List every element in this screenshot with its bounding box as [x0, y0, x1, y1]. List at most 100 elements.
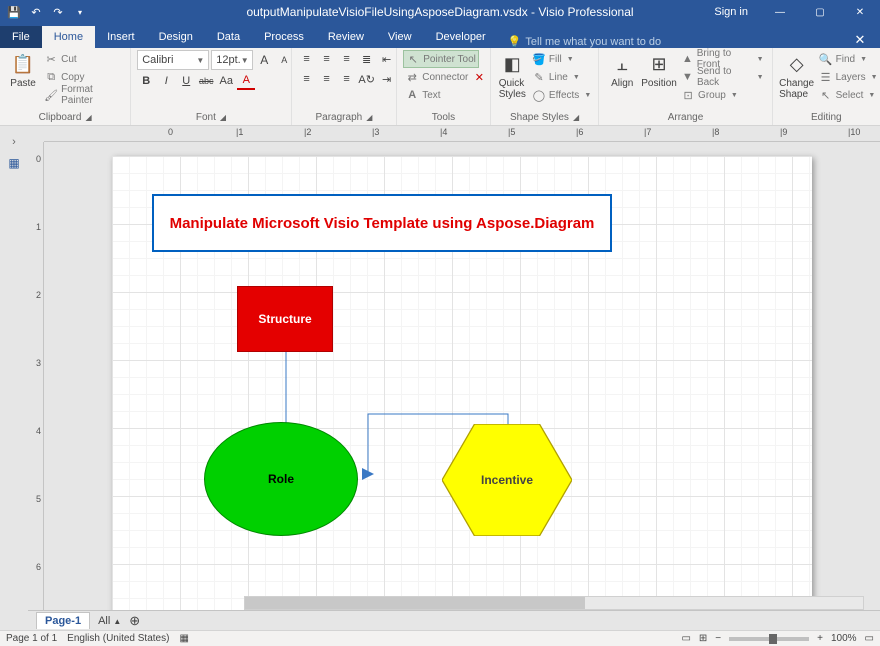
- close-window-button[interactable]: ✕: [840, 0, 880, 24]
- minimize-button[interactable]: —: [760, 0, 800, 24]
- align-left-icon[interactable]: ≡: [298, 70, 316, 88]
- tab-process[interactable]: Process: [252, 26, 316, 48]
- underline-button[interactable]: U: [177, 72, 195, 90]
- align-middle-icon[interactable]: ≡: [318, 50, 336, 68]
- send-back-label: Send to Back: [697, 66, 752, 88]
- group-icon: ⊡: [681, 88, 695, 102]
- ruler-v-tick: 0: [36, 154, 41, 164]
- language-status[interactable]: English (United States): [67, 633, 169, 644]
- group-paragraph: ≡ ≡ ≡ ≣ ⇤ ≡ ≡ ≡ A↻ ⇥ Paragraph◢: [292, 48, 398, 125]
- align-center-icon[interactable]: ≡: [318, 70, 336, 88]
- page-width-icon[interactable]: ⊞: [699, 633, 707, 644]
- paste-button[interactable]: 📋 Paste: [6, 50, 40, 91]
- font-size-combo[interactable]: 12pt.▼: [211, 50, 253, 70]
- strike-button[interactable]: abc: [197, 72, 215, 90]
- paragraph-dialog-icon[interactable]: ◢: [366, 113, 372, 122]
- format-painter-button[interactable]: 🖌Format Painter: [42, 86, 124, 104]
- clipboard-dialog-icon[interactable]: ◢: [85, 113, 91, 122]
- align-bottom-icon[interactable]: ≡: [338, 50, 356, 68]
- add-page-button[interactable]: ⊕: [129, 613, 140, 629]
- zoom-level[interactable]: 100%: [831, 633, 857, 644]
- font-family-combo[interactable]: Calibri▼: [137, 50, 209, 70]
- indent-dec-icon[interactable]: ⇤: [378, 50, 396, 68]
- group-button[interactable]: ⊡Group▼: [679, 86, 766, 104]
- zoom-out-button[interactable]: −: [715, 633, 721, 644]
- effects-button[interactable]: ◯Effects▼: [530, 86, 593, 104]
- drawing-scroll-area[interactable]: Manipulate Microsoft Visio Template usin…: [44, 142, 880, 610]
- connector-structure-role[interactable]: [281, 352, 291, 432]
- text-tool-button[interactable]: AText: [403, 86, 442, 104]
- zoom-slider-thumb[interactable]: [769, 634, 777, 644]
- shape-styles-dialog-icon[interactable]: ◢: [573, 113, 579, 122]
- font-dialog-icon[interactable]: ◢: [220, 113, 226, 122]
- expand-shapes-icon[interactable]: ›: [12, 136, 16, 148]
- align-right-icon[interactable]: ≡: [338, 70, 356, 88]
- save-icon[interactable]: 💾: [6, 4, 22, 20]
- all-pages-button[interactable]: All ▲: [98, 615, 121, 627]
- connector-icon: ⇄: [405, 70, 419, 84]
- sign-in-link[interactable]: Sign in: [702, 6, 760, 18]
- text-tool-icon: A: [405, 88, 419, 102]
- shrink-font-icon[interactable]: A: [275, 51, 293, 69]
- page-tab-1[interactable]: Page-1: [36, 612, 90, 629]
- tab-data[interactable]: Data: [205, 26, 252, 48]
- ribbon: 📋 Paste ✂Cut ⧉Copy 🖌Format Painter Clipb…: [0, 48, 880, 126]
- change-shape-button[interactable]: ◇Change Shape: [779, 50, 815, 102]
- italic-button[interactable]: I: [157, 72, 175, 90]
- fill-button[interactable]: 🪣Fill▼: [530, 50, 593, 68]
- change-case-button[interactable]: Aa: [217, 72, 235, 90]
- text-tool-label: Text: [422, 90, 440, 101]
- pointer-tool-button[interactable]: ↖Pointer Tool: [403, 50, 479, 68]
- font-color-button[interactable]: A: [237, 72, 255, 90]
- macro-record-icon[interactable]: ▦: [179, 633, 188, 644]
- presentation-view-icon[interactable]: ▭: [681, 633, 690, 644]
- connector-tool-button[interactable]: ⇄Connector: [403, 68, 470, 86]
- drawing-page[interactable]: Manipulate Microsoft Visio Template usin…: [112, 156, 812, 610]
- cut-button[interactable]: ✂Cut: [42, 50, 124, 68]
- title-text-box[interactable]: Manipulate Microsoft Visio Template usin…: [152, 194, 612, 252]
- tab-design[interactable]: Design: [147, 26, 205, 48]
- position-button[interactable]: ⊞Position: [641, 50, 677, 91]
- redo-icon[interactable]: ↷: [50, 4, 66, 20]
- font-group-label: Font: [196, 112, 216, 123]
- find-button[interactable]: 🔍Find▼: [817, 50, 880, 68]
- find-icon: 🔍: [819, 52, 833, 66]
- bold-button[interactable]: B: [137, 72, 155, 90]
- align-top-icon[interactable]: ≡: [298, 50, 316, 68]
- scrollbar-thumb[interactable]: [245, 597, 585, 609]
- indent-inc-icon[interactable]: ⇥: [378, 70, 396, 88]
- grow-font-icon[interactable]: A: [255, 51, 273, 69]
- bullets-icon[interactable]: ≣: [358, 50, 376, 68]
- rotate-text-icon[interactable]: A↻: [358, 70, 376, 88]
- fit-page-icon[interactable]: ▭: [865, 633, 874, 644]
- layers-button[interactable]: ☰Layers▼: [817, 68, 880, 86]
- undo-icon[interactable]: ↶: [28, 4, 44, 20]
- ribbon-close-icon[interactable]: ✕: [840, 32, 880, 48]
- delete-connector-icon[interactable]: ✕: [470, 68, 488, 86]
- align-button[interactable]: ⫠Align: [605, 50, 639, 91]
- maximize-button[interactable]: ▢: [800, 0, 840, 24]
- tab-home[interactable]: Home: [42, 26, 95, 48]
- tell-me-search[interactable]: 💡 Tell me what you want to do: [498, 35, 671, 48]
- send-to-back-button[interactable]: ▼Send to Back▼: [679, 68, 766, 86]
- align-label: Align: [611, 78, 633, 89]
- zoom-in-button[interactable]: +: [817, 633, 823, 644]
- tab-developer[interactable]: Developer: [424, 26, 498, 48]
- line-button[interactable]: ✎Line▼: [530, 68, 593, 86]
- tab-insert[interactable]: Insert: [95, 26, 147, 48]
- tab-review[interactable]: Review: [316, 26, 376, 48]
- group-font: Calibri▼ 12pt.▼ A A B I U abc Aa A Font ◢: [131, 48, 291, 125]
- group-arrange: ⫠Align ⊞Position ▲Bring to Front▼ ▼Send …: [599, 48, 772, 125]
- qat-dropdown-icon[interactable]: ▾: [72, 4, 88, 20]
- incentive-hexagon[interactable]: Incentive: [442, 424, 572, 536]
- zoom-slider[interactable]: [729, 637, 809, 641]
- structure-rectangle[interactable]: Structure: [237, 286, 333, 352]
- tab-view[interactable]: View: [376, 26, 424, 48]
- horizontal-scrollbar[interactable]: [244, 596, 864, 610]
- role-ellipse[interactable]: Role: [204, 422, 358, 536]
- ribbon-tabs: File Home Insert Design Data Process Rev…: [0, 24, 880, 48]
- quick-styles-button[interactable]: ◧ Quick Styles: [497, 50, 528, 102]
- shapes-rail-icon[interactable]: ▦: [8, 156, 19, 170]
- tab-file[interactable]: File: [0, 26, 42, 48]
- select-button[interactable]: ↖Select▼: [817, 86, 880, 104]
